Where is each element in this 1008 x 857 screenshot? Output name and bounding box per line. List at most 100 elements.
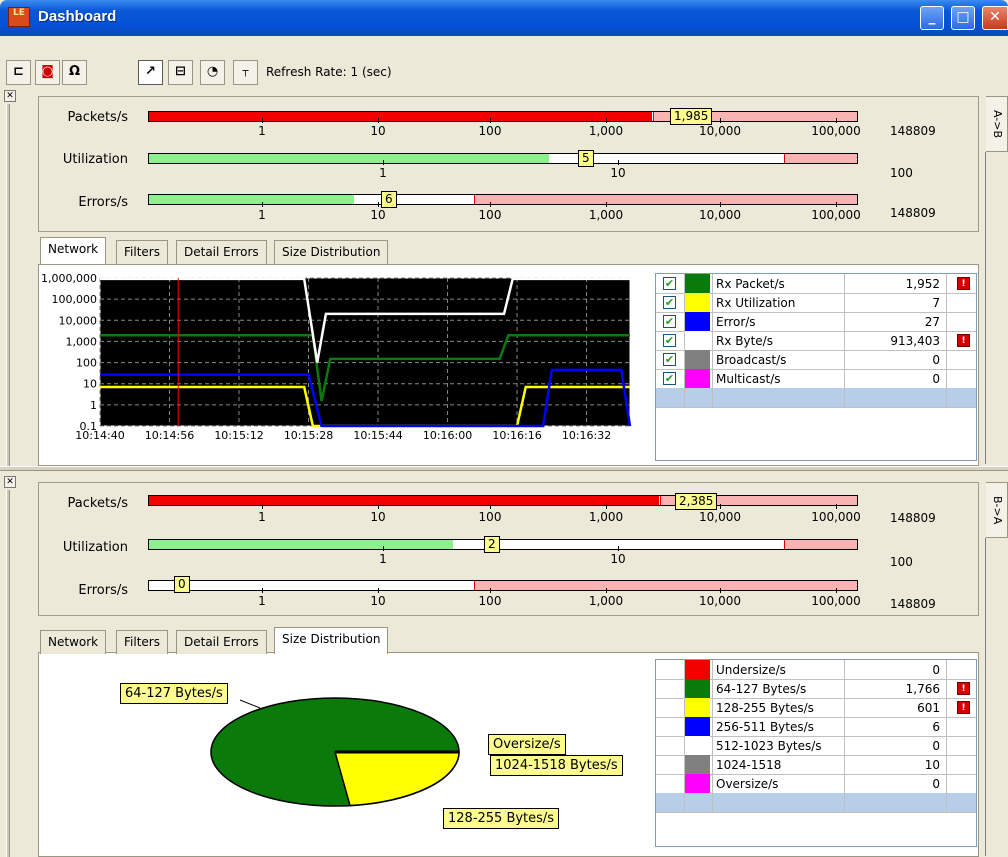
tab-filters[interactable]: Filters [116, 240, 168, 264]
tick-mark [720, 588, 721, 593]
pie-chart-icon[interactable]: ◔ [200, 60, 225, 85]
pane-splitter[interactable] [6, 490, 10, 857]
legend-row[interactable]: ✔128-255 Bytes/s601! [656, 698, 976, 718]
grid-line [684, 660, 685, 812]
refresh-rate-label: Refresh Rate: 1 (sec) [266, 65, 392, 79]
legend-name: 1024-1518 [716, 758, 782, 772]
legend-row[interactable]: ✔256-511 Bytes/s6 [656, 717, 976, 737]
legend-row[interactable]: ✔ Error/s 27 [656, 312, 976, 332]
horizontal-splitter[interactable] [0, 466, 1008, 471]
checkbox[interactable]: ✔ [663, 296, 676, 309]
alarm-icon[interactable]: ◙ [35, 60, 60, 85]
tick-label: 1 [258, 208, 266, 222]
layout-icon[interactable]: ⊏ [6, 60, 31, 85]
tab-filters[interactable]: Filters [116, 630, 168, 654]
legend-value: 1,766 [905, 682, 940, 696]
packets-meter [148, 111, 858, 122]
line-chart-icon[interactable]: ↗ [138, 60, 163, 85]
tab-size-distribution[interactable]: Size Distribution [274, 240, 389, 264]
pane-splitter[interactable] [6, 104, 10, 469]
packets-max: 148809 [890, 124, 936, 138]
color-swatch [685, 660, 710, 680]
tick-label: 10,000 [699, 208, 741, 222]
legend-name: 64-127 Bytes/s [716, 682, 807, 696]
tab-network[interactable]: Network [40, 237, 107, 264]
window-title: Dashboard [38, 8, 117, 25]
color-swatch [685, 679, 710, 699]
x-tick-label: 10:15:12 [214, 429, 263, 442]
utilization-meter [148, 153, 858, 164]
tick-mark [490, 504, 491, 509]
packets-meter [148, 495, 858, 506]
alarm-icon[interactable]: ! [957, 277, 970, 290]
alarm-icon[interactable]: ! [957, 682, 970, 695]
checkbox[interactable]: ✔ [663, 334, 676, 347]
legend-selected-row[interactable] [656, 793, 976, 813]
tick-mark [262, 504, 263, 509]
pie-label-oversize: Oversize/s [488, 734, 566, 755]
direction-tab-ab[interactable]: A->B [986, 96, 1008, 152]
tick-mark [618, 546, 619, 551]
red-zone [784, 154, 857, 163]
meter-label-packets: Packets/s [67, 110, 128, 125]
close-pane-icon[interactable]: ✕ [4, 476, 16, 488]
tick-mark [720, 118, 721, 123]
direction-tab-ba[interactable]: B->A [986, 482, 1008, 538]
tick-label: 100,000 [811, 208, 861, 222]
legend-value: 6 [932, 720, 940, 734]
utilization-value-flag: 2 [484, 536, 500, 553]
pie-slice-128-255 [334, 751, 460, 807]
minimize-button[interactable]: _ [920, 6, 944, 30]
tab-detail-errors[interactable]: Detail Errors [176, 240, 267, 264]
legend-row[interactable]: ✔64-127 Bytes/s1,766! [656, 679, 976, 699]
legend-row[interactable]: ✔Undersize/s0 [656, 660, 976, 680]
checkbox[interactable]: ✔ [663, 372, 676, 385]
omega-icon[interactable]: Ω [62, 60, 87, 85]
color-swatch [685, 698, 710, 718]
tick-label: 100 [478, 594, 502, 608]
tick-mark [490, 588, 491, 593]
legend-row[interactable]: ✔ Rx Packet/s 1,952! [656, 274, 976, 294]
errors-meter [148, 580, 858, 591]
alarm-icon[interactable]: ! [957, 701, 970, 714]
checkbox[interactable]: ✔ [663, 353, 676, 366]
split-view-icon[interactable]: ⊟ [168, 60, 193, 85]
tick-label: 10,000 [699, 594, 741, 608]
legend-value: 0 [932, 739, 940, 753]
tab-network[interactable]: Network [40, 630, 107, 654]
meter-label-utilization: Utilization [62, 540, 128, 555]
tick-label: 10 [370, 208, 386, 222]
close-pane-icon[interactable]: ✕ [4, 90, 16, 102]
legend-row[interactable]: ✔ Broadcast/s 0 [656, 350, 976, 370]
legend-name: Rx Packet/s [716, 277, 785, 291]
tick-mark [383, 160, 384, 165]
legend-selected-row[interactable] [656, 388, 976, 408]
tick-mark [378, 588, 379, 593]
legend-row[interactable]: ✔Oversize/s0 [656, 774, 976, 794]
legend-row[interactable]: ✔ Multicast/s 0 [656, 369, 976, 389]
checkbox[interactable]: ✔ [663, 315, 676, 328]
legend-row[interactable]: ✔ Rx Byte/s 913,403! [656, 331, 976, 351]
legend-name: Broadcast/s [716, 353, 787, 367]
legend-row[interactable]: ✔ Rx Utilization 7 [656, 293, 976, 313]
tick-mark [262, 118, 263, 123]
refresh-rate-icon[interactable]: ┬ [233, 60, 258, 85]
x-tick-label: 10:16:16 [492, 429, 541, 442]
y-tick-label: 100 [76, 357, 97, 370]
legend-size: ✔Undersize/s0✔64-127 Bytes/s1,766!✔128-2… [655, 659, 977, 847]
legend-row[interactable]: ✔512-1023 Bytes/s0 [656, 736, 976, 756]
alarm-icon[interactable]: ! [957, 334, 970, 347]
tab-detail-errors[interactable]: Detail Errors [176, 630, 267, 654]
legend-value: 27 [924, 315, 940, 329]
legend-value: 0 [932, 353, 940, 367]
errors-max: 148809 [890, 597, 936, 611]
tick-label: 10 [370, 594, 386, 608]
maximize-button[interactable]: □ [951, 6, 975, 30]
tick-label: 10,000 [699, 510, 741, 524]
tick-label: 1,000 [588, 124, 624, 138]
tab-size-distribution[interactable]: Size Distribution [274, 627, 389, 654]
meter-label-packets: Packets/s [67, 496, 128, 511]
legend-row[interactable]: ✔1024-151810 [656, 755, 976, 775]
checkbox[interactable]: ✔ [663, 277, 676, 290]
close-button[interactable]: ✕ [982, 6, 1008, 30]
